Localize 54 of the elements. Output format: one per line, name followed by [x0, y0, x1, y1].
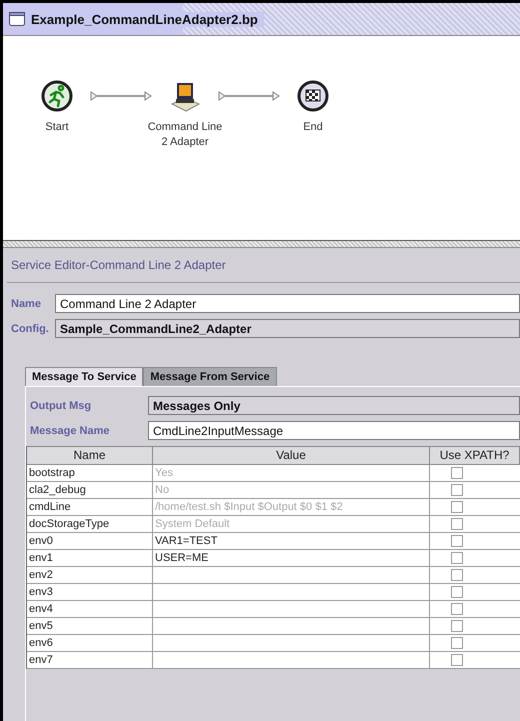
- tab[interactable]: Message To Service: [25, 367, 144, 386]
- table-cell: No: [153, 482, 430, 499]
- node-label: End: [303, 120, 323, 135]
- checkbox[interactable]: [451, 535, 463, 547]
- checkbox[interactable]: [451, 484, 463, 496]
- table-cell: System Default: [153, 516, 430, 533]
- table-cell: bootstrap: [27, 465, 153, 482]
- checkbox[interactable]: [451, 552, 463, 564]
- window-title: Example_CommandLineAdapter2.bp: [31, 12, 264, 26]
- name-field[interactable]: Command Line 2 Adapter: [55, 294, 520, 313]
- panel-title: Service Editor-Command Line 2 Adapter: [7, 248, 520, 283]
- checkbox[interactable]: [451, 518, 463, 530]
- field-label: Output Msg: [30, 400, 92, 412]
- table-cell: cla2_debug: [27, 482, 153, 499]
- checkbox[interactable]: [451, 569, 463, 581]
- table-cell: env0: [27, 533, 153, 550]
- table-cell: cmdLine: [27, 499, 153, 516]
- checkbox[interactable]: [451, 467, 463, 479]
- checkbox[interactable]: [451, 586, 463, 598]
- table-cell: env4: [27, 601, 153, 618]
- table-cell: VAR1=TEST: [153, 533, 430, 550]
- connector-arrow: [90, 91, 152, 101]
- output-dropdown[interactable]: Messages Only: [148, 396, 520, 415]
- table-cell: env2: [27, 567, 153, 584]
- table-cell: docStorageType: [27, 516, 153, 533]
- checkbox[interactable]: [451, 654, 463, 666]
- table-cell: /home/test.sh $Input $Output $0 $1 $2: [153, 499, 430, 516]
- field-label: Message Name: [30, 424, 110, 436]
- checkbox[interactable]: [451, 637, 463, 649]
- table-cell: env5: [27, 618, 153, 635]
- config-dropdown[interactable]: Sample_CommandLine2_Adapter: [55, 319, 520, 338]
- checkered-flag-icon: [297, 80, 329, 112]
- field-label: Name: [11, 298, 42, 310]
- node-label: Command Line 2 Adapter: [146, 120, 224, 150]
- checkbox[interactable]: [451, 603, 463, 615]
- column-header: Value: [153, 446, 430, 465]
- table-cell: env7: [27, 652, 153, 669]
- checkbox[interactable]: [451, 620, 463, 632]
- tab[interactable]: Message From Service: [143, 367, 277, 386]
- field-label: Config.: [11, 322, 49, 334]
- checkbox[interactable]: [451, 501, 463, 513]
- table-cell: env6: [27, 635, 153, 652]
- table-cell: env1: [27, 550, 153, 567]
- node-label: Start: [45, 120, 69, 135]
- window-icon: [9, 12, 25, 26]
- table-cell: Yes: [153, 465, 430, 482]
- message-name-field[interactable]: CmdLine2InputMessage: [148, 421, 520, 440]
- running-figure-icon: [41, 80, 73, 112]
- column-header: Name: [27, 446, 153, 465]
- column-header: Use XPATH?: [430, 446, 520, 465]
- table-cell: env3: [27, 584, 153, 601]
- splitter-bar[interactable]: [3, 240, 520, 248]
- table-cell: USER=ME: [153, 550, 430, 567]
- connector-arrow: [218, 91, 280, 101]
